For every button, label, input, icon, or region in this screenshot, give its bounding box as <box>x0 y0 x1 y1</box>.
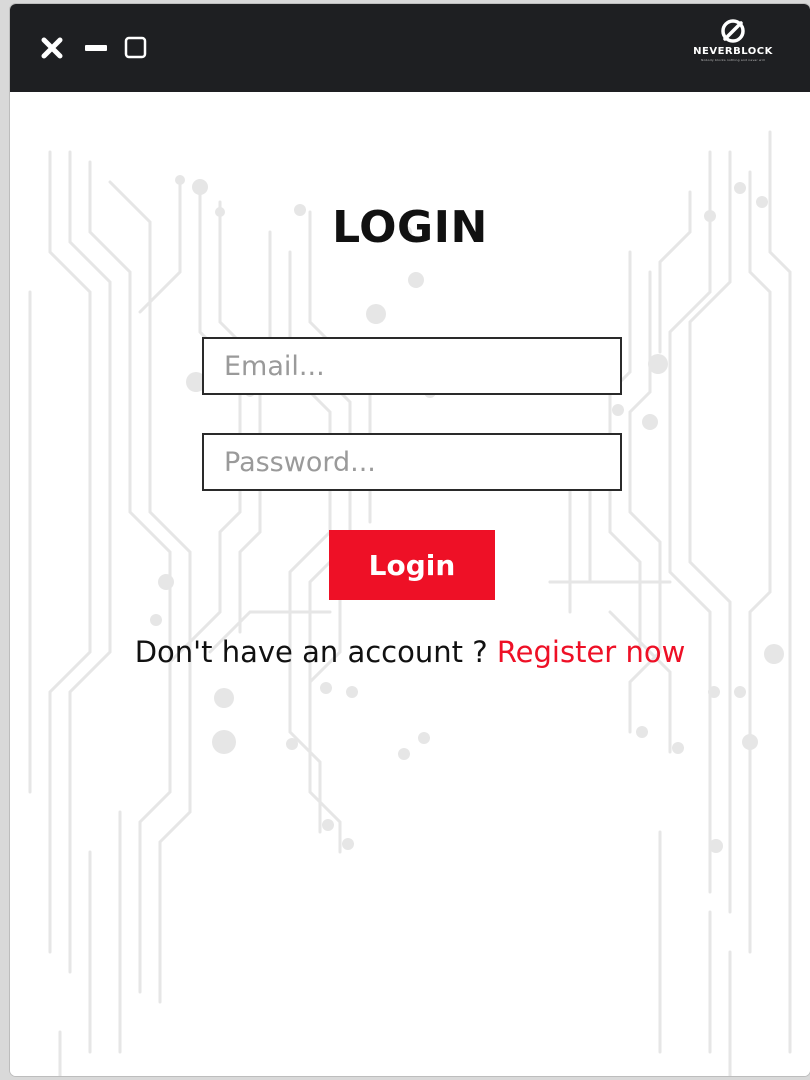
register-link[interactable]: Register now <box>497 635 685 669</box>
login-button[interactable]: Login <box>329 530 495 600</box>
password-input[interactable] <box>202 433 622 491</box>
app-window: NEVERBLOCK Nobody blocks nothing and nev… <box>10 4 810 1076</box>
email-input[interactable] <box>202 337 622 395</box>
maximize-icon[interactable] <box>122 34 150 62</box>
close-icon[interactable] <box>38 34 66 62</box>
minimize-icon[interactable] <box>82 34 110 62</box>
register-prompt-text: Don't have an account ? <box>134 635 488 669</box>
neverblock-logo-icon <box>721 19 745 43</box>
neverblock-logo: NEVERBLOCK Nobody blocks nothing and nev… <box>678 16 788 78</box>
page-title: LOGIN <box>332 202 488 253</box>
register-prompt-line: Don't have an account ? Register now <box>10 635 810 669</box>
logo-tagline: Nobody blocks nothing and never will <box>701 58 765 62</box>
title-bar: NEVERBLOCK Nobody blocks nothing and nev… <box>10 4 810 92</box>
logo-name: NEVERBLOCK <box>693 46 773 57</box>
login-panel: LOGIN Login Don't have an account ? Regi… <box>10 92 810 1076</box>
